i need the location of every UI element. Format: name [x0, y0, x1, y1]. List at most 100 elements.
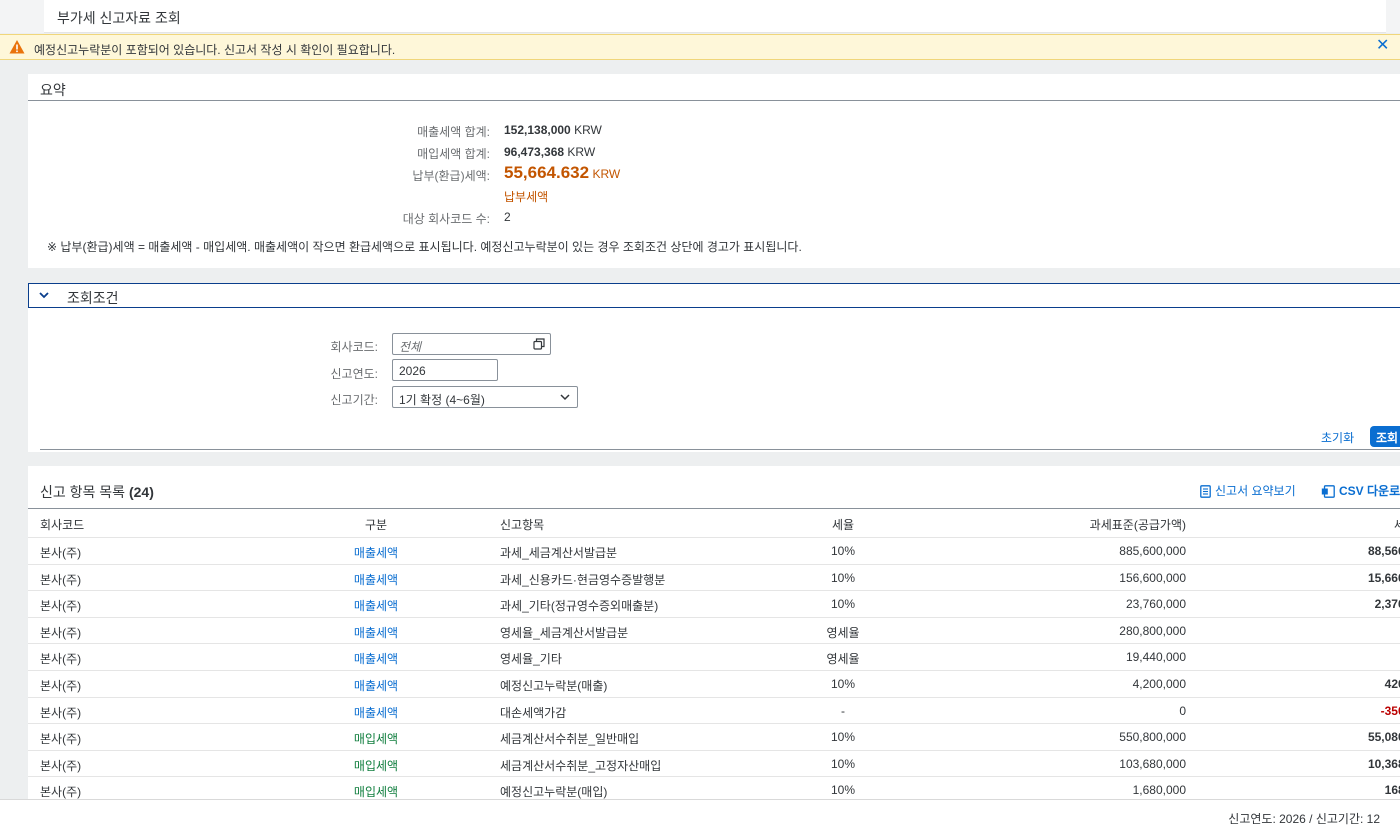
close-icon[interactable]: ✕ [1376, 38, 1390, 54]
cell-item: 과세_기타(정규영수증외매출분) [500, 599, 659, 614]
search-conditions-title: 조회조건 [67, 290, 119, 306]
cell-item: 영세율_기타 [500, 652, 562, 667]
cell-tax: 420, [1384, 677, 1400, 691]
warning-text: 예정신고누락분이 포함되어 있습니다. 신고서 작성 시 확인이 필요합니다. [34, 43, 396, 57]
table-row[interactable]: 본사(주) 매출세액 영세율_세금계산서발급분 영세율 280,800,000 [28, 616, 1400, 644]
cell-type: 매출세액 [353, 679, 399, 693]
cell-rate: 10% [830, 570, 856, 585]
page-title-bar [44, 0, 1386, 33]
cell-company: 본사(주) [40, 572, 82, 587]
cell-rate: 영세율 [826, 625, 860, 640]
cell-type: 매출세액 [353, 572, 399, 587]
cell-taxable-base: 103,680,000 [1119, 756, 1186, 771]
table-row[interactable]: 본사(주) 매출세액 대손세액가감 - 0 -350, [28, 696, 1400, 724]
cell-taxable-base: 885,600,000 [1119, 544, 1186, 558]
cell-rate: 10% [830, 597, 856, 612]
reset-button[interactable]: 초기화 [1321, 429, 1354, 446]
table-row[interactable]: 본사(주) 매입세액 세금계산서수취분_고정자산매입 10% 103,680,000 10… [28, 749, 1400, 777]
cell-tax: 15,660, [1367, 570, 1400, 585]
cell-tax: -350, [1380, 703, 1400, 718]
summary-value: 55,664.632 KRW [504, 163, 621, 182]
cell-type: 매출세액 [353, 625, 399, 640]
cell-type: 매입세액 [353, 758, 399, 773]
cell-company: 본사(주) [40, 599, 82, 614]
cell-taxable-base: 550,800,000 [1119, 730, 1186, 745]
cell-tax: 10,368, [1367, 756, 1400, 771]
table-header-divider [28, 508, 1400, 509]
summary-label: 대상 회사코드 수: [402, 212, 490, 226]
cell-item: 영세율_세금계산서발급분 [500, 625, 629, 640]
summary-label: 납부(환급)세액: [412, 169, 490, 183]
cell-item: 대손세액가감 [500, 705, 567, 720]
summary-label: 매출세액 합계: [417, 125, 490, 139]
cell-item: 과세_신용카드·현금영수증발행분 [500, 572, 666, 587]
cell-item: 세금계산서수취분_일반매입 [500, 732, 640, 747]
cell-tax: 55,080, [1367, 730, 1400, 745]
table-row[interactable]: 본사(주) 매입세액 세금계산서수취분_일반매입 10% 550,800,000 55,0… [28, 723, 1400, 750]
report-summary-button[interactable]: 신고서 요약보기 [1200, 482, 1296, 499]
export-icon [1321, 485, 1335, 498]
cell-tax: 168, [1384, 783, 1400, 798]
cell-company: 본사(주) [40, 785, 82, 800]
search-conditions-toggle[interactable]: 조회조건 [28, 283, 1400, 308]
cell-taxable-base: 156,600,000 [1119, 570, 1186, 585]
table-row[interactable]: 본사(주) 매출세액 과세_세금계산서발급분 10% 885,600,000 88,560… [28, 537, 1400, 564]
column-header-company[interactable]: 회사코드 [40, 516, 84, 533]
table-row[interactable]: 본사(주) 매출세액 과세_기타(정규영수증외매출분) 10% 23,760,000 2,… [28, 590, 1400, 617]
chevron-down-icon [560, 394, 570, 401]
search-conditions-panel: 회사코드: 전체 신고연도: 2026 신고기간: 1기 확정 (4~6월) 초… [28, 308, 1400, 452]
cell-tax: 2,376, [1374, 597, 1400, 612]
column-header-taxable-base[interactable]: 과세표준(공급가액) [1028, 516, 1186, 533]
cell-item: 세금계산서수취분_고정자산매입 [500, 758, 662, 773]
report-period-select[interactable]: 1기 확정 (4~6월) [392, 386, 578, 408]
summary-value: 152,138,000 KRW [504, 123, 602, 137]
report-period-label: 신고기간: [330, 393, 379, 407]
table-row[interactable]: 본사(주) 매출세액 과세_신용카드·현금영수증발행분 10% 156,600,000 1… [28, 563, 1400, 591]
summary-value: 96,473,368 KRW [504, 145, 596, 159]
cell-taxable-base: 1,680,000 [1132, 783, 1186, 798]
column-header-tax[interactable]: 세 [1394, 516, 1400, 533]
column-header-item[interactable]: 신고항목 [500, 516, 544, 533]
summary-divider [28, 100, 1400, 101]
column-header-rate[interactable]: 세율 [803, 516, 883, 533]
cell-rate: 10% [830, 783, 856, 798]
value-help-icon[interactable] [533, 338, 545, 350]
summary-label: 매입세액 합계: [417, 147, 490, 161]
report-year-label: 신고연도: [330, 367, 379, 381]
page-header: 부가세 신고자료 조회 [0, 0, 1400, 33]
cell-taxable-base: 4,200,000 [1132, 677, 1186, 691]
chevron-down-icon [39, 292, 49, 299]
cell-taxable-base: 19,440,000 [1125, 650, 1186, 665]
cell-type: 매입세액 [353, 732, 399, 747]
cell-type: 매출세액 [353, 705, 399, 720]
table-row[interactable]: 본사(주) 매출세액 영세율_기타 영세율 19,440,000 [28, 643, 1400, 670]
cell-rate: 10% [830, 730, 856, 745]
cell-company: 본사(주) [40, 705, 82, 720]
csv-download-button[interactable]: CSV 다운로 [1321, 482, 1400, 499]
summary-value: 2 [504, 210, 511, 224]
document-icon [1200, 485, 1211, 498]
cell-rate: 10% [830, 756, 856, 771]
table-row[interactable]: 본사(주) 매출세액 예정신고누락분(매출) 10% 4,200,000 420, [28, 670, 1400, 697]
cell-item: 예정신고누락분(매출) [500, 679, 608, 693]
cell-rate: - [841, 703, 845, 718]
cell-rate: 10% [830, 544, 856, 558]
cell-item: 과세_세금계산서발급분 [500, 546, 618, 560]
cell-taxable-base: 0 [1179, 703, 1186, 718]
cell-company: 본사(주) [40, 732, 82, 747]
cell-company: 본사(주) [40, 546, 82, 560]
company-code-input[interactable]: 전체 [392, 333, 551, 355]
cell-item: 예정신고누락분(매입) [500, 785, 608, 800]
report-year-input[interactable]: 2026 [392, 359, 498, 381]
payable-status-text: 납부세액 [504, 190, 549, 204]
column-header-type[interactable]: 구분 [336, 516, 416, 533]
footer-bar: 신고연도: 2026 / 신고기간: 12 [0, 799, 1400, 833]
report-items-table-panel: 신고 항목 목록 (24) 신고서 요약보기 CSV 다운로 회사코드 구분 신… [28, 466, 1400, 833]
cell-company: 본사(주) [40, 625, 82, 640]
search-button[interactable]: 조회 [1370, 426, 1400, 447]
table-title: 신고 항목 목록 (24) [40, 484, 154, 500]
conditions-divider [40, 449, 1400, 450]
cell-taxable-base: 23,760,000 [1125, 597, 1186, 612]
cell-company: 본사(주) [40, 652, 82, 667]
cell-tax: 88,560, [1367, 544, 1400, 558]
